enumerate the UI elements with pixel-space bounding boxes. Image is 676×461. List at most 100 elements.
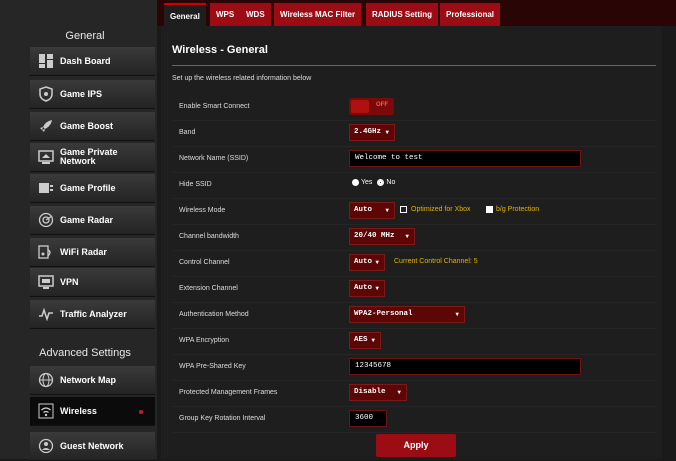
page-description: Set up the wireless related information …: [172, 75, 312, 82]
sidebar-item-network-map[interactable]: Network Map: [30, 366, 155, 395]
pmf-select[interactable]: Disable ▼: [349, 384, 407, 401]
wireless-mode-value: Auto: [354, 206, 373, 214]
xbox-option-label: Optimized for Xbox: [411, 206, 471, 213]
bg-protection-label: b/g Protection: [496, 206, 540, 213]
row-channel-bandwidth: Channel bandwidth 20/40 MHz ▼: [172, 224, 656, 251]
hide-ssid-label: Hide SSID: [179, 181, 212, 188]
auth-method-select[interactable]: WPA2-Personal ▼: [349, 306, 465, 323]
row-ssid: Network Name (SSID) Welcome to test: [172, 146, 656, 173]
wpa-encryption-value: AES: [354, 336, 368, 344]
band-select[interactable]: 2.4GHz ▼: [349, 124, 395, 141]
tab-wds[interactable]: WDS: [240, 3, 271, 26]
tab-bar: General WPS WDS Wireless MAC Filter RADI…: [157, 0, 676, 26]
wpa-key-input[interactable]: 12345678: [349, 358, 581, 375]
sidebar-item-label: Game Profile: [60, 182, 116, 193]
ssid-input[interactable]: Welcome to test: [349, 150, 581, 167]
chevron-down-icon: ▼: [385, 207, 389, 214]
guest-icon: [38, 438, 54, 454]
general-section-title: General: [65, 30, 105, 42]
sidebar-item-game-boost[interactable]: Game Boost: [30, 112, 155, 141]
bg-protection-checkbox[interactable]: [486, 206, 493, 213]
page-title: Wireless - General: [172, 44, 268, 56]
row-auth-method: Authentication Method WPA2-Personal ▼: [172, 302, 656, 329]
auth-method-value: WPA2-Personal: [354, 310, 413, 318]
row-group-key: Group Key Rotation Interval 3600: [172, 406, 656, 433]
hide-ssid-no-label: No: [386, 179, 396, 186]
wireless-mode-select[interactable]: Auto ▼: [349, 202, 395, 219]
control-channel-label: Control Channel: [179, 259, 230, 266]
wifi-icon: [38, 403, 54, 419]
dashboard-icon: [38, 53, 54, 69]
tab-wps[interactable]: WPS: [210, 3, 241, 26]
chevron-down-icon: ▼: [397, 389, 401, 396]
ssid-label: Network Name (SSID): [179, 155, 249, 162]
sidebar-item-label: Wireless: [60, 405, 97, 416]
sidebar-item-wireless[interactable]: Wireless: [30, 397, 155, 426]
row-pmf: Protected Management Frames Disable ▼: [172, 380, 656, 407]
tab-wireless-mac-filter[interactable]: Wireless MAC Filter: [274, 3, 362, 26]
chevron-down-icon: ▼: [371, 337, 375, 344]
rocket-icon: [38, 118, 54, 134]
toggle-state: OFF: [376, 102, 388, 108]
advanced-section-title: Advanced Settings: [39, 347, 131, 359]
sidebar: General Dash Board Game IPS Game Boost G…: [0, 0, 157, 461]
sidebar-item-label: Game IPS: [60, 88, 103, 99]
hide-ssid-yes-radio[interactable]: [352, 179, 359, 186]
toggle-knob: [351, 100, 369, 113]
extension-channel-label: Extension Channel: [179, 285, 238, 292]
xbox-checkbox[interactable]: [400, 206, 407, 213]
sidebar-item-game-profile[interactable]: Game Profile: [30, 174, 155, 203]
sidebar-item-label: Network Map: [60, 374, 117, 385]
extension-channel-select[interactable]: Auto ▼: [349, 280, 385, 297]
chart-icon: [38, 306, 54, 322]
hide-ssid-yes-label: Yes: [361, 179, 373, 186]
control-channel-select[interactable]: Auto ▼: [349, 254, 385, 271]
row-wireless-mode: Wireless Mode Auto ▼ Optimized for Xbox …: [172, 198, 656, 225]
sidebar-item-label: Game Radar: [60, 214, 114, 225]
sidebar-item-label: WiFi Radar: [60, 246, 107, 257]
radar-icon: [38, 212, 54, 228]
sidebar-item-vpn[interactable]: VPN: [30, 268, 155, 297]
group-key-input[interactable]: 3600: [349, 410, 387, 427]
channel-bandwidth-label: Channel bandwidth: [179, 233, 239, 240]
tab-general[interactable]: General: [164, 3, 206, 26]
sidebar-item-game-radar[interactable]: Game Radar: [30, 206, 155, 235]
row-extension-channel: Extension Channel Auto ▼: [172, 276, 656, 303]
smart-connect-toggle[interactable]: OFF: [349, 98, 394, 115]
chevron-down-icon: ▼: [405, 233, 409, 240]
sidebar-item-guest-network[interactable]: Guest Network: [30, 432, 155, 461]
tab-radius-setting[interactable]: RADIUS Setting: [366, 3, 438, 26]
control-channel-value: Auto: [354, 258, 373, 266]
wifi-radar-icon: [38, 244, 54, 260]
sidebar-item-game-ips[interactable]: Game IPS: [30, 80, 155, 109]
sidebar-item-traffic-analyzer[interactable]: Traffic Analyzer: [30, 300, 155, 329]
shield-icon: [38, 86, 54, 102]
profile-icon: [38, 180, 54, 196]
band-value: 2.4GHz: [354, 128, 382, 136]
hide-ssid-no-radio[interactable]: [377, 179, 385, 186]
sidebar-item-label: VPN: [60, 276, 79, 287]
wireless-mode-label: Wireless Mode: [179, 207, 226, 214]
sidebar-item-label: Game Boost: [60, 120, 114, 131]
sidebar-item-game-private-network[interactable]: Game Private Network: [30, 143, 155, 172]
row-control-channel: Control Channel Auto ▼ Current Control C…: [172, 250, 656, 277]
wpa-encryption-label: WPA Encryption: [179, 337, 230, 344]
wpa-key-label: WPA Pre-Shared Key: [179, 363, 246, 370]
chevron-down-icon: ▼: [375, 259, 379, 266]
sidebar-item-label: Traffic Analyzer: [60, 308, 127, 319]
row-smart-connect: Enable Smart Connect OFF: [172, 94, 656, 121]
sidebar-item-dashboard[interactable]: Dash Board: [30, 47, 155, 76]
channel-bandwidth-select[interactable]: 20/40 MHz ▼: [349, 228, 415, 245]
auth-method-label: Authentication Method: [179, 311, 249, 318]
sidebar-item-wifi-radar[interactable]: WiFi Radar: [30, 238, 155, 267]
current-channel-hint: Current Control Channel: 5: [394, 258, 478, 265]
chevron-down-icon: ▼: [375, 285, 379, 292]
wpa-encryption-select[interactable]: AES ▼: [349, 332, 381, 349]
pmf-value: Disable: [354, 388, 386, 396]
apply-button[interactable]: Apply: [376, 434, 456, 457]
row-band: Band 2.4GHz ▼: [172, 120, 656, 147]
chevron-down-icon: ▼: [455, 311, 459, 318]
monitor-icon: [38, 149, 54, 165]
tab-professional[interactable]: Professional: [440, 3, 501, 26]
hide-ssid-radios: Yes No: [352, 179, 395, 186]
